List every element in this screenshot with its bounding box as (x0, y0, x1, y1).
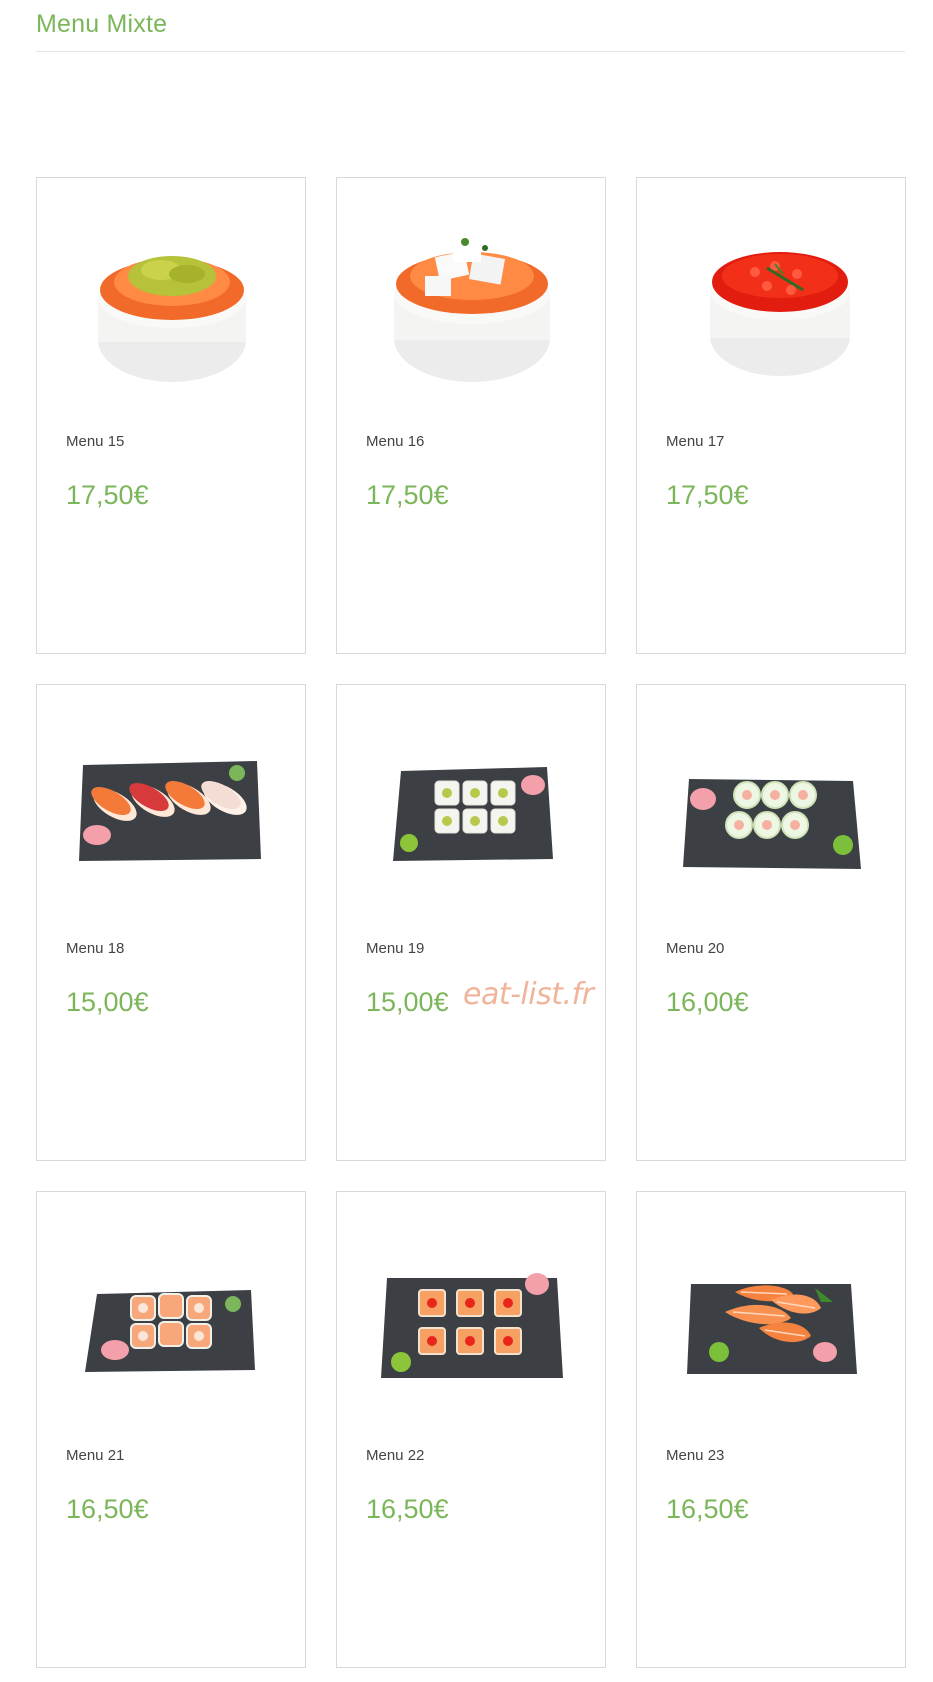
menu-item-price: 16,50€ (666, 1494, 749, 1524)
menu-card[interactable]: Menu 23 16,50€ (636, 1191, 906, 1668)
menu-card[interactable]: Menu 19 15,00€ (336, 684, 606, 1161)
menu-item-name: Menu 16 (366, 433, 425, 450)
menu-card[interactable]: Menu 18 15,00€ (36, 684, 306, 1161)
menu-item-price: 15,00€ (66, 987, 149, 1017)
menu-item-name: Menu 18 (66, 940, 125, 957)
menu-item-price: 17,50€ (66, 480, 149, 510)
chirashi-cheese-salmon-icon (375, 218, 569, 398)
menu-item-name: Menu 22 (366, 1447, 425, 1464)
menu-item-price: 16,50€ (66, 1494, 149, 1524)
menu-item-price: 16,00€ (666, 987, 749, 1017)
menu-item-price: 17,50€ (666, 480, 749, 510)
menu-item-price: 15,00€ (366, 987, 449, 1017)
menu-item-name: Menu 20 (666, 940, 725, 957)
sashimi-platter-icon (675, 1232, 869, 1412)
salmon-rolls-platter-icon (75, 1232, 269, 1412)
title-divider (36, 51, 905, 52)
menu-card[interactable]: Menu 17 17,50€ (636, 177, 906, 654)
menu-item-name: Menu 21 (66, 1447, 125, 1464)
menu-card[interactable]: Menu 20 16,00€ (636, 684, 906, 1161)
menu-item-price: 17,50€ (366, 480, 449, 510)
spring-rolls-platter-icon (675, 725, 869, 905)
chirashi-salmon-roe-icon (675, 218, 869, 398)
menu-item-price: 16,50€ (366, 1494, 449, 1524)
menu-item-name: Menu 15 (66, 433, 125, 450)
menu-card[interactable]: Menu 15 17,50€ (36, 177, 306, 654)
nigiri-platter-icon (75, 725, 269, 905)
menu-grid: Menu 15 17,50€ Menu 16 17,50€ Menu 17 17… (36, 177, 906, 1668)
watermark: eat-list.fr (463, 977, 594, 1012)
maki-roe-platter-icon (375, 1232, 569, 1412)
chirashi-avocado-salmon-icon (75, 218, 269, 398)
menu-card[interactable]: Menu 22 16,50€ (336, 1191, 606, 1668)
section-title: Menu Mixte (36, 10, 168, 38)
menu-card[interactable]: Menu 16 17,50€ (336, 177, 606, 654)
menu-item-name: Menu 23 (666, 1447, 725, 1464)
menu-card[interactable]: Menu 21 16,50€ (36, 1191, 306, 1668)
menu-item-name: Menu 19 (366, 940, 425, 957)
california-rolls-platter-icon (375, 725, 569, 905)
menu-item-name: Menu 17 (666, 433, 725, 450)
